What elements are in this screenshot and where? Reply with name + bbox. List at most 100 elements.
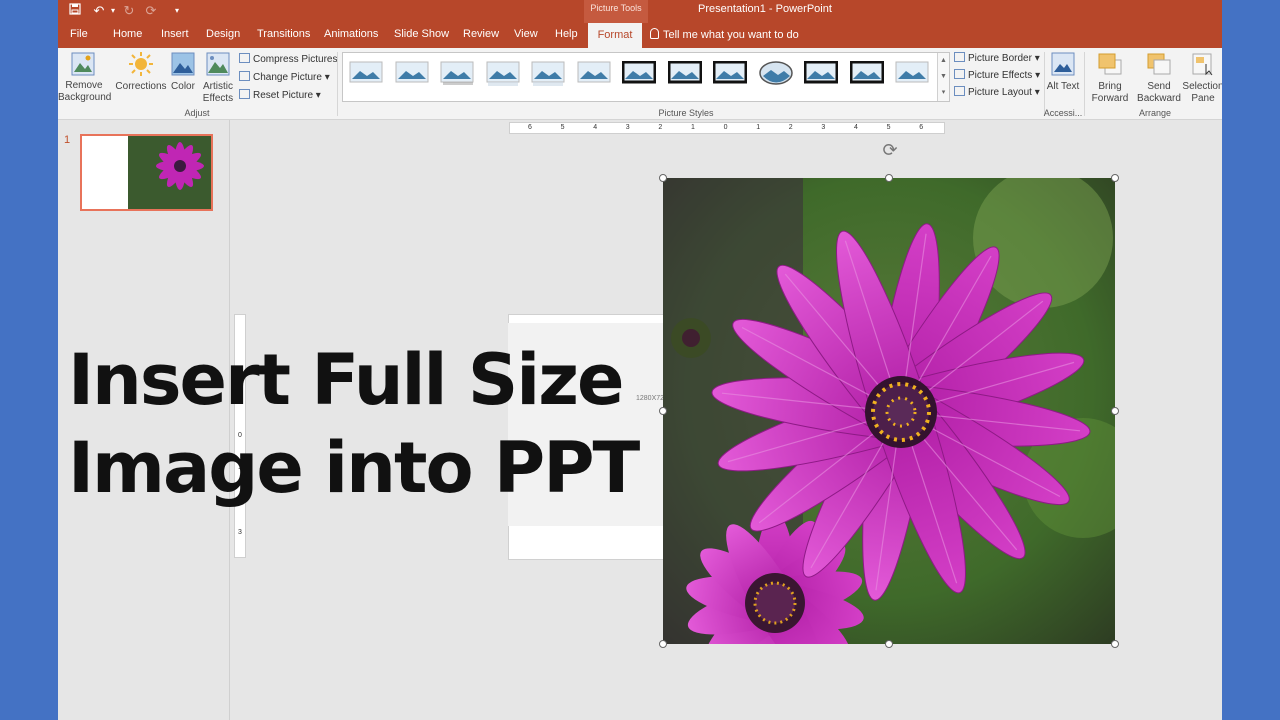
picture-layout-button[interactable]: Picture Layout ▾ bbox=[954, 86, 1040, 98]
change-picture-label: Change Picture bbox=[253, 72, 322, 83]
flower-picture[interactable] bbox=[663, 178, 1115, 644]
tab-transitions[interactable]: Transitions bbox=[257, 28, 310, 40]
bring-forward-icon bbox=[1098, 53, 1122, 75]
customize-qat-icon[interactable]: ▾ bbox=[168, 2, 186, 20]
picture-border-label: Picture Border bbox=[968, 53, 1032, 64]
picture-style-13[interactable] bbox=[895, 61, 929, 87]
tab-format[interactable]: Format bbox=[588, 23, 642, 48]
tab-animations[interactable]: Animations bbox=[324, 28, 378, 40]
selection-pane-button[interactable]: Selection Pane bbox=[1182, 50, 1222, 106]
tell-me-text: Tell me what you want to do bbox=[663, 29, 799, 41]
picture-layout-label: Picture Layout bbox=[968, 87, 1032, 98]
picture-styles-gallery[interactable]: ▲ ▼ ▾ bbox=[342, 52, 950, 102]
picture-style-3[interactable] bbox=[440, 61, 474, 87]
color-button[interactable]: Color bbox=[168, 50, 198, 106]
save-icon[interactable] bbox=[66, 2, 84, 20]
ruler-tick-label: 2 bbox=[788, 124, 793, 131]
tell-me-search[interactable]: Tell me what you want to do bbox=[650, 28, 799, 41]
selection-pane-label: Selection Pane bbox=[1182, 81, 1222, 104]
picture-effects-label: Picture Effects bbox=[968, 70, 1033, 81]
picture-effects-icon bbox=[954, 69, 965, 79]
change-picture-button[interactable]: Change Picture ▾ bbox=[239, 71, 330, 83]
slide-number: 1 bbox=[64, 134, 71, 146]
ruler-tick-label: 1 bbox=[756, 124, 761, 131]
tab-help[interactable]: Help bbox=[555, 28, 578, 40]
ribbon: Remove Background Corrections Color Arti… bbox=[58, 48, 1222, 120]
picture-style-2[interactable] bbox=[395, 61, 429, 87]
picture-style-1[interactable] bbox=[349, 61, 383, 87]
thumbnail-flower-image bbox=[128, 136, 211, 209]
picture-style-8[interactable] bbox=[667, 60, 702, 87]
compress-pictures-button[interactable]: Compress Pictures bbox=[239, 53, 337, 65]
overlay-title: Insert Full Size Image into PPT bbox=[68, 336, 688, 512]
flower-image bbox=[663, 178, 1115, 644]
slide-thumbnail[interactable] bbox=[80, 134, 213, 211]
picture-border-button[interactable]: Picture Border ▾ bbox=[954, 52, 1040, 64]
compress-pictures-label: Compress Pictures bbox=[253, 54, 338, 65]
resize-handle-bottom[interactable] bbox=[885, 640, 893, 648]
gallery-more-icon[interactable]: ▾ bbox=[938, 85, 949, 101]
tab-design[interactable]: Design bbox=[206, 28, 240, 40]
picture-style-4[interactable] bbox=[486, 61, 520, 87]
remove-background-button[interactable]: Remove Background bbox=[58, 50, 112, 106]
ribbon-tabs: File Home Insert Design Transitions Anim… bbox=[58, 23, 1222, 48]
tab-home[interactable]: Home bbox=[113, 28, 142, 40]
resize-handle-right[interactable] bbox=[1111, 407, 1119, 415]
picture-layout-icon bbox=[954, 86, 965, 96]
resize-handle-bottom-left[interactable] bbox=[659, 640, 667, 648]
gallery-scrollbar[interactable]: ▲ ▼ ▾ bbox=[937, 53, 949, 101]
picture-effects-button[interactable]: Picture Effects ▾ bbox=[954, 69, 1040, 81]
ruler-tick-label: 3 bbox=[821, 124, 826, 131]
ruler-tick-label: 6 bbox=[919, 124, 924, 131]
compress-icon bbox=[239, 53, 250, 63]
resize-handle-top-right[interactable] bbox=[1111, 174, 1119, 182]
tab-insert[interactable]: Insert bbox=[161, 28, 189, 40]
picture-style-10[interactable] bbox=[758, 61, 793, 87]
resize-handle-top[interactable] bbox=[885, 174, 893, 182]
ruler-tick-label: 3 bbox=[238, 529, 242, 537]
gallery-down-icon[interactable]: ▼ bbox=[938, 69, 949, 85]
ruler-tick-label: 6 bbox=[528, 124, 532, 131]
ruler-tick-label: 5 bbox=[886, 124, 891, 131]
remove-background-label: Remove Background bbox=[58, 80, 112, 103]
reset-picture-label: Reset Picture bbox=[253, 90, 314, 101]
picture-style-5[interactable] bbox=[531, 61, 565, 87]
reset-picture-button[interactable]: Reset Picture ▾ bbox=[239, 89, 321, 101]
corrections-button[interactable]: Corrections bbox=[114, 50, 168, 106]
window-title: Presentation1 - PowerPoint bbox=[698, 3, 832, 15]
picture-style-12[interactable] bbox=[849, 60, 884, 87]
group-separator bbox=[337, 52, 338, 116]
repeat-icon[interactable]: ⟳ bbox=[142, 2, 160, 20]
picture-style-11[interactable] bbox=[803, 60, 839, 87]
alt-text-icon bbox=[1051, 52, 1075, 76]
tab-file[interactable]: File bbox=[70, 28, 88, 40]
ruler-tick-label: 3 bbox=[625, 124, 630, 131]
overlay-title-line2: Image into PPT bbox=[68, 427, 640, 509]
picture-style-9[interactable] bbox=[712, 60, 748, 87]
selection-pane-icon bbox=[1192, 53, 1213, 76]
rotate-handle-icon[interactable]: ⟳ bbox=[880, 141, 900, 161]
gallery-up-icon[interactable]: ▲ bbox=[938, 53, 949, 69]
resize-handle-top-left[interactable] bbox=[659, 174, 667, 182]
resize-handle-bottom-right[interactable] bbox=[1111, 640, 1119, 648]
ruler-tick-label: 4 bbox=[854, 124, 858, 131]
adjust-group-label: Adjust bbox=[184, 108, 210, 118]
picture-style-6[interactable] bbox=[577, 61, 611, 87]
tab-slide-show[interactable]: Slide Show bbox=[394, 28, 449, 40]
artistic-effects-icon bbox=[206, 52, 230, 76]
ruler-tick-label: 2 bbox=[658, 124, 663, 131]
tab-review[interactable]: Review bbox=[463, 28, 499, 40]
artistic-effects-button[interactable]: Artistic Effects bbox=[198, 50, 238, 106]
tab-view[interactable]: View bbox=[514, 28, 538, 40]
send-backward-button[interactable]: Send Backward bbox=[1134, 50, 1184, 106]
redo-icon[interactable]: ↻ bbox=[120, 2, 138, 20]
picture-style-7[interactable] bbox=[621, 60, 657, 87]
title-bar: ↶ ▾ ↻ ⟳ ▾ Picture Tools Presentation1 - … bbox=[58, 0, 1222, 23]
ruler-tick-label: 1 bbox=[691, 124, 695, 131]
corrections-label: Corrections bbox=[115, 81, 167, 92]
group-separator bbox=[1044, 52, 1045, 116]
ruler-tick-label: 4 bbox=[593, 124, 598, 131]
alt-text-button[interactable]: Alt Text bbox=[1046, 50, 1080, 106]
bring-forward-button[interactable]: Bring Forward bbox=[1088, 50, 1132, 106]
artistic-effects-label: Artistic Effects bbox=[202, 81, 234, 104]
